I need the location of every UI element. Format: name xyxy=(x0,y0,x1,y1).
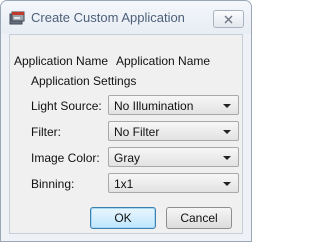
image-color-value: Gray xyxy=(114,151,141,165)
app-window-icon xyxy=(9,11,25,25)
app-name-label: Application Name xyxy=(14,54,109,68)
binning-dropdown[interactable]: 1x1 xyxy=(108,173,239,193)
chevron-down-icon xyxy=(223,130,231,134)
chevron-down-icon xyxy=(223,182,231,186)
filter-dropdown[interactable]: No Filter xyxy=(108,121,239,141)
close-button[interactable] xyxy=(213,10,244,28)
chevron-down-icon xyxy=(223,156,231,160)
close-icon xyxy=(224,15,233,23)
ok-button[interactable]: OK xyxy=(90,207,156,229)
light-source-label: Light Source: xyxy=(31,99,102,113)
cancel-button[interactable]: Cancel xyxy=(166,207,232,229)
settings-group-label: Application Settings xyxy=(31,74,137,88)
dialog-title: Create Custom Application xyxy=(31,10,185,25)
chevron-down-icon xyxy=(223,104,231,108)
dialog-content: Application Name Application Name Applic… xyxy=(9,34,243,234)
image-color-dropdown[interactable]: Gray xyxy=(108,147,239,167)
binning-label: Binning: xyxy=(31,177,75,191)
app-name-value[interactable]: Application Name xyxy=(116,54,210,68)
filter-label: Filter: xyxy=(31,125,61,139)
image-color-label: Image Color: xyxy=(31,151,100,165)
light-source-dropdown[interactable]: No Illumination xyxy=(108,95,239,115)
light-source-value: No Illumination xyxy=(114,99,194,113)
title-bar[interactable]: Create Custom Application xyxy=(1,1,251,34)
dialog-window: Create Custom Application Application Na… xyxy=(0,0,252,242)
filter-value: No Filter xyxy=(114,125,160,139)
binning-value: 1x1 xyxy=(114,177,134,191)
